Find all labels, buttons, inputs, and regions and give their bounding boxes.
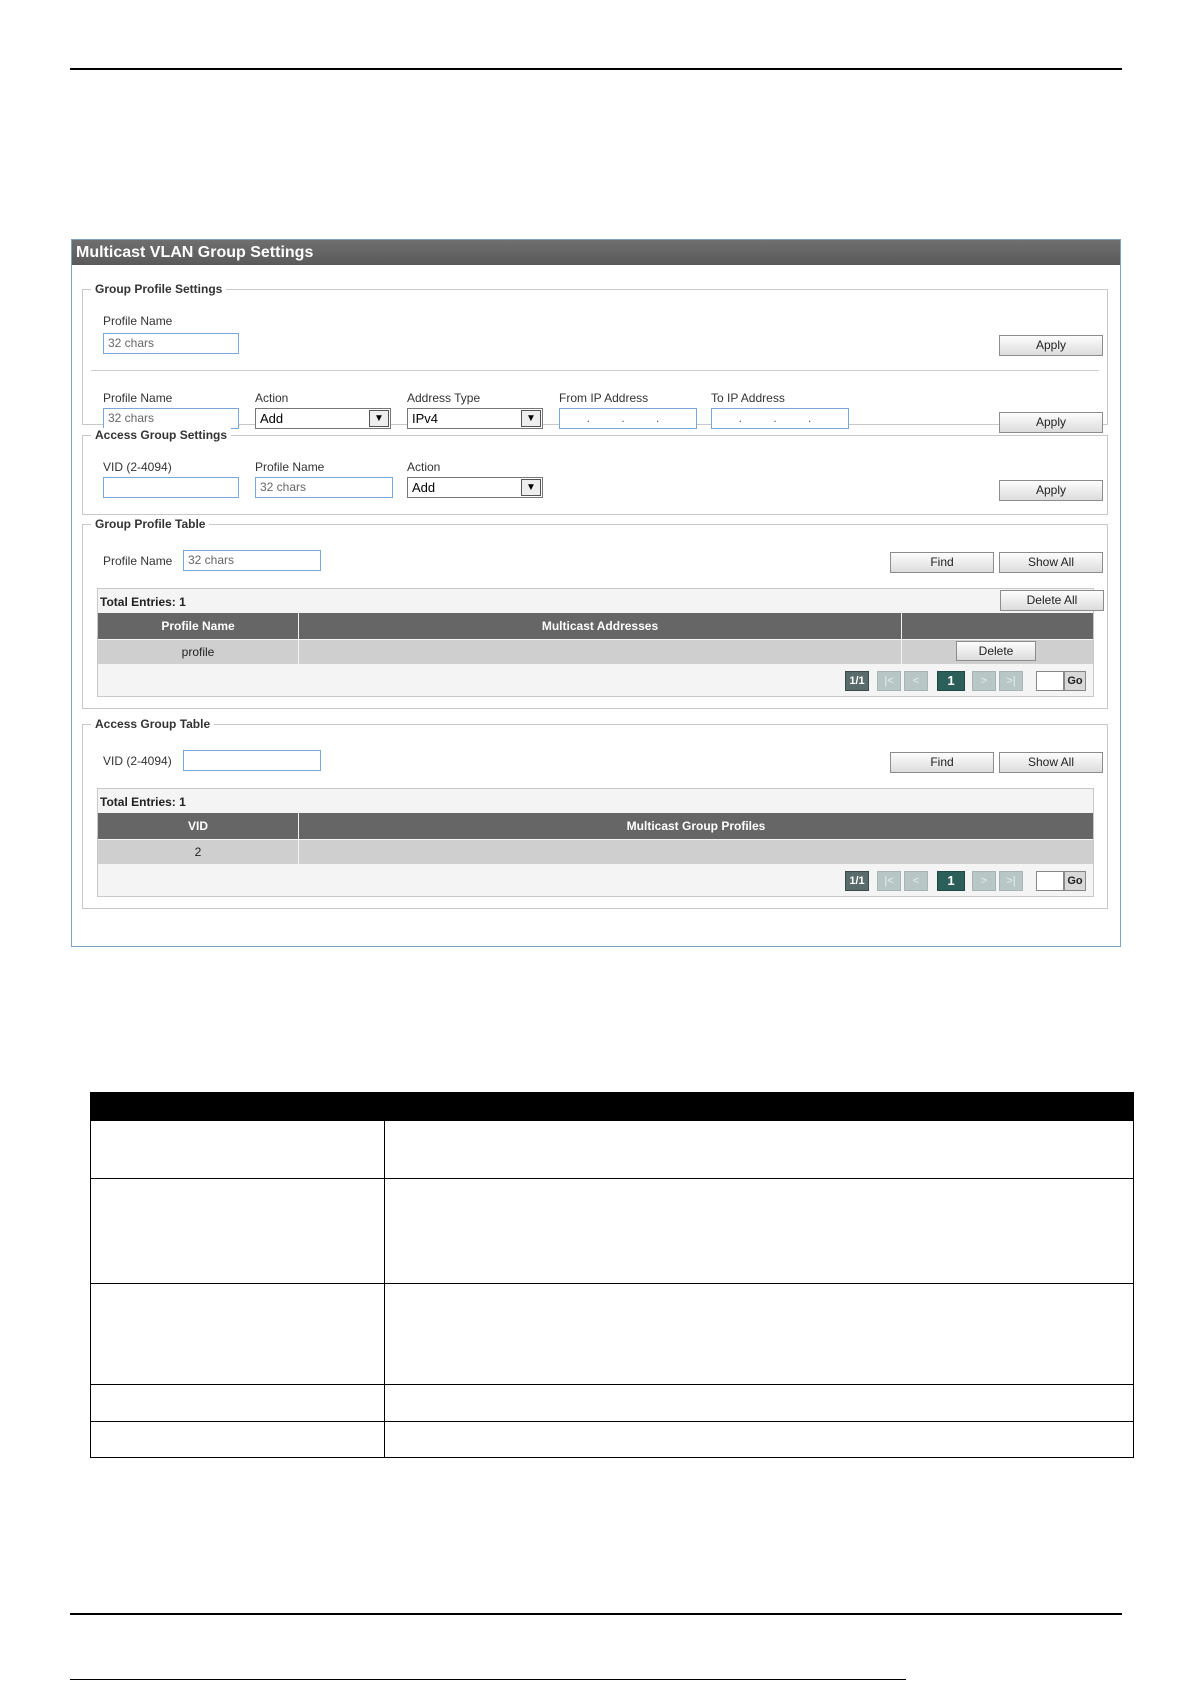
prev-page-button[interactable]: < [904,871,928,891]
parameter-table-row [90,1385,1134,1422]
total-entries: Total Entries: 1 [100,595,186,609]
parameter-cell [91,1422,385,1457]
access-action-label: Action [407,460,441,474]
delete-row-button[interactable]: Delete [956,641,1036,661]
group-profile-table-fieldset: Group Profile Table Profile Name 32 char… [82,517,1108,709]
vid-label: VID (2-4094) [103,460,172,474]
access-action-select-value: Add [412,480,436,495]
first-page-button[interactable]: |< [877,671,901,691]
group-profile-settings-legend: Group Profile Settings [91,282,227,296]
col-profile-name: Profile Name [98,613,298,639]
panel-title: Multicast VLAN Group Settings [72,240,1120,265]
col-vid: VID [98,813,298,839]
from-ip-input[interactable]: . . . [559,408,697,429]
to-ip-input[interactable]: . . . [711,408,849,429]
access-group-settings-legend: Access Group Settings [91,428,232,442]
access-profile-name-label: Profile Name [255,460,325,474]
chevron-down-icon: ▼ [521,479,541,496]
current-page-button[interactable]: 1 [937,871,965,891]
next-page-button[interactable]: > [972,871,996,891]
address-type-select-value: IPv4 [412,411,439,426]
page-indicator: 1/1 [845,671,869,691]
chevron-down-icon: ▼ [521,410,541,427]
page-indicator: 1/1 [845,871,869,891]
last-page-button[interactable]: >| [999,671,1023,691]
col-multicast-addresses: Multicast Addresses [299,613,901,639]
total-entries: Total Entries: 1 [100,795,186,809]
address-type-label: Address Type [407,391,481,405]
action-select[interactable]: Add ▼ [255,408,391,429]
col-action [902,613,1093,639]
table-row-profiles [299,840,1093,864]
parameter-table-header [90,1092,1134,1121]
search-vid-label: VID (2-4094) [103,754,172,768]
fieldset-divider [91,370,1099,371]
current-page-button[interactable]: 1 [937,671,965,691]
prev-page-button[interactable]: < [904,671,928,691]
page-number-input[interactable] [1036,871,1064,891]
vid-input[interactable] [103,477,239,498]
show-all-profiles-button[interactable]: Show All [999,552,1103,573]
parameter-table [90,1092,1134,1458]
table-row-vid: 2 [98,840,298,864]
find-vid-button[interactable]: Find [890,752,994,773]
next-page-button[interactable]: > [972,671,996,691]
first-page-button[interactable]: |< [877,871,901,891]
chevron-down-icon: ▼ [369,410,389,427]
parameter-table-row [90,1179,1134,1284]
apply-access-button[interactable]: Apply [999,480,1103,501]
profile-name-label-2: Profile Name [103,391,173,405]
parameter-cell [91,1284,385,1384]
access-group-table-fieldset: Access Group Table VID (2-4094) Find Sho… [82,717,1108,909]
table-row-multicast-addresses [299,640,901,664]
access-group-table-legend: Access Group Table [91,717,215,731]
show-all-vids-button[interactable]: Show All [999,752,1103,773]
parameter-table-row [90,1121,1134,1179]
table-row-profile-name: profile [98,640,298,664]
parameter-table-row [90,1284,1134,1385]
profile-name-input[interactable]: 32 chars [103,333,239,354]
search-profile-name-label: Profile Name [103,554,173,568]
apply-profile-button[interactable]: Apply [999,335,1103,356]
group-profile-settings-fieldset: Group Profile Settings Profile Name 32 c… [82,282,1108,433]
parameter-cell [91,1385,385,1421]
parameter-table-row [90,1422,1134,1458]
access-group-table: Total Entries: 1 VID Multicast Group Pro… [97,788,1094,897]
delete-all-button[interactable]: Delete All [1000,590,1104,611]
go-button[interactable]: Go [1064,871,1086,891]
search-profile-name-input[interactable]: 32 chars [183,550,321,571]
search-vid-input[interactable] [183,750,321,771]
parameter-cell [91,1179,385,1283]
parameter-cell [91,1121,385,1178]
access-profile-name-input[interactable]: 32 chars [255,477,393,498]
find-profile-button[interactable]: Find [890,552,994,573]
group-profile-table: Total Entries: 1 Delete All Profile Name… [97,588,1104,697]
page-header-rule [70,68,1122,70]
footnote-rule [70,1679,906,1680]
multicast-vlan-group-settings-panel: Multicast VLAN Group Settings Group Prof… [71,239,1121,947]
last-page-button[interactable]: >| [999,871,1023,891]
page-footer-rule [70,1613,1122,1615]
table-row-action-cell: Delete [902,640,1093,664]
to-ip-label: To IP Address [711,391,785,405]
access-action-select[interactable]: Add ▼ [407,477,543,498]
page-number-input[interactable] [1036,671,1064,691]
profile-name-label: Profile Name [103,314,173,328]
action-label: Action [255,391,289,405]
action-select-value: Add [260,411,284,426]
from-ip-label: From IP Address [559,391,649,405]
address-type-select[interactable]: IPv4 ▼ [407,408,543,429]
col-multicast-group-profiles: Multicast Group Profiles [299,813,1093,839]
group-profile-table-legend: Group Profile Table [91,517,210,531]
apply-range-button[interactable]: Apply [999,412,1103,433]
access-group-settings-fieldset: Access Group Settings VID (2-4094) Profi… [82,428,1108,515]
go-button[interactable]: Go [1064,671,1086,691]
profile-name-input-2[interactable]: 32 chars [103,408,239,429]
